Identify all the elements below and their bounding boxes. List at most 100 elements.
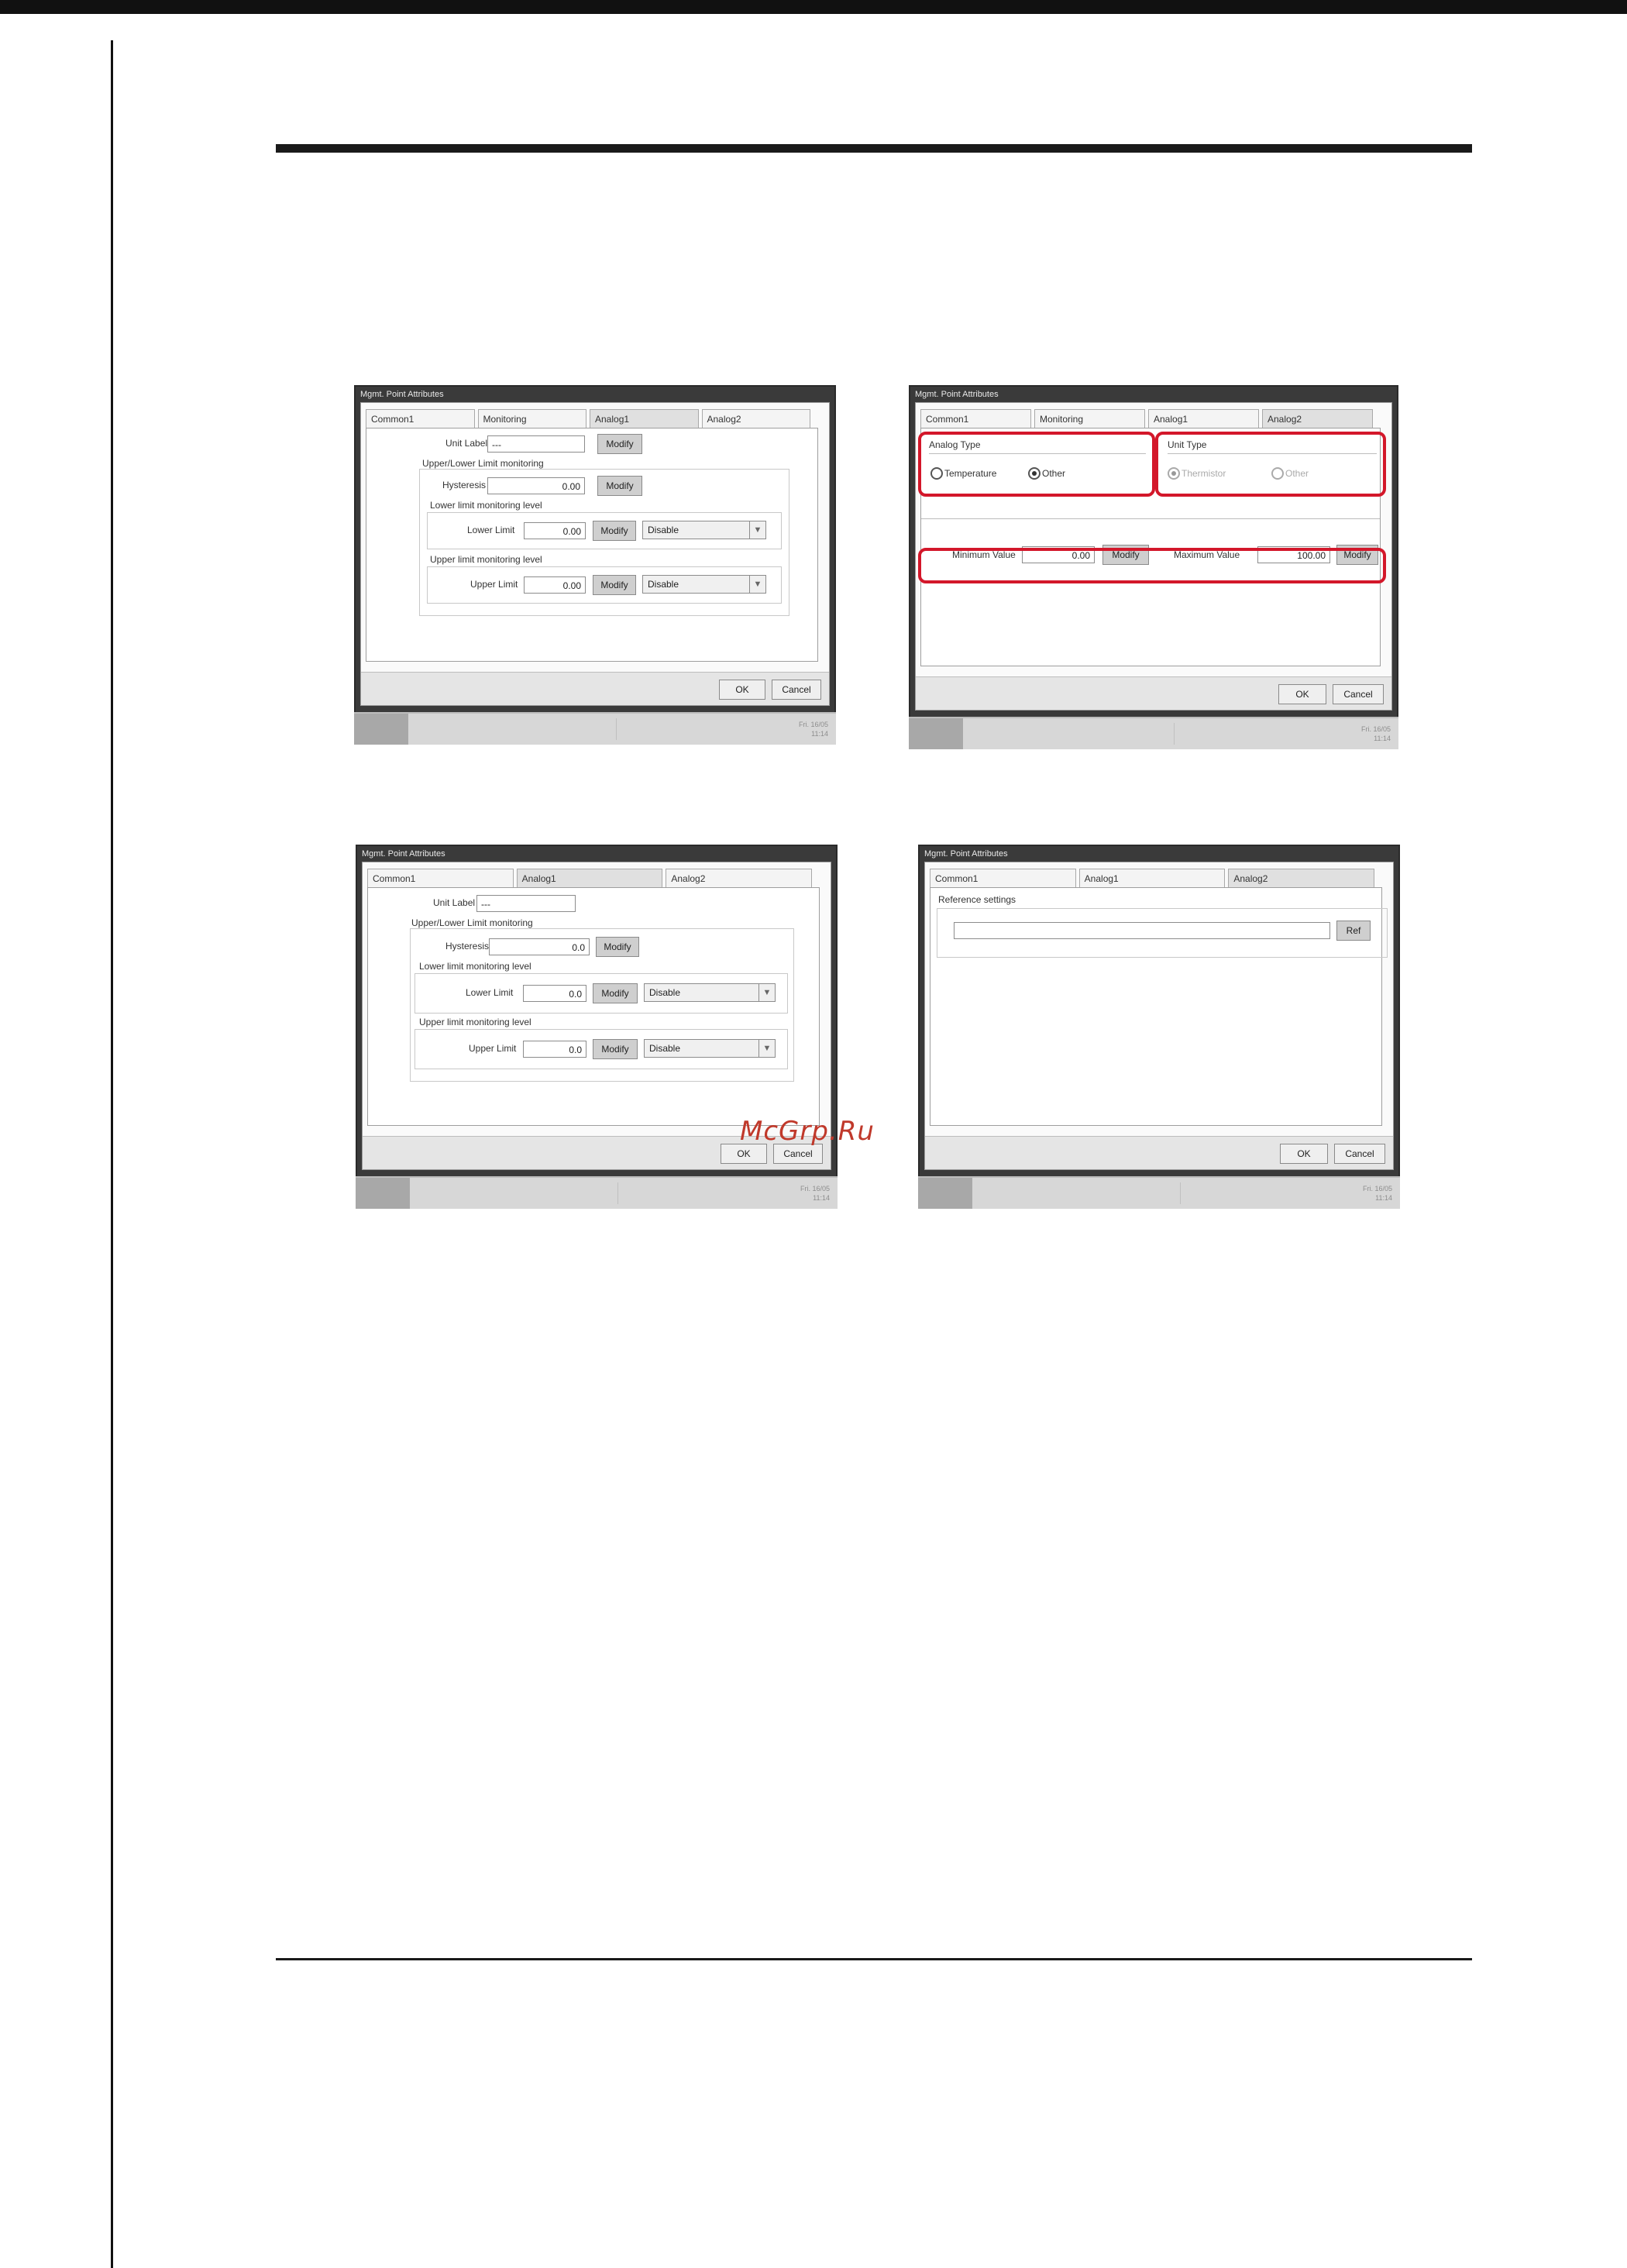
upper-limit-caption: Upper Limit [470,579,518,590]
menu-button[interactable] [356,1178,410,1209]
hysteresis-modify-button[interactable]: Modify [597,476,642,496]
hysteresis-caption: Hysteresis [442,480,487,490]
taskbar-clock: Fri. 16/05 11:14 [798,721,828,738]
taskbar-divider [1180,1182,1181,1204]
chevron-down-icon: ▼ [758,1040,775,1057]
tab-content: Unit Label --- Upper/Lower Limit monitor… [367,887,820,1126]
unit-label-caption: Unit Label [433,897,476,908]
taskbar: Fri. 16/05 11:14 [356,1176,838,1209]
tab-analog2[interactable]: Analog2 [666,869,813,887]
reference-settings-caption: Reference settings [938,894,1016,905]
dialog-footer: OK Cancel [916,676,1391,710]
chevron-down-icon: ▼ [749,521,765,539]
dialog-window: Common1 Analog1 Analog2 Reference settin… [924,862,1394,1170]
menu-button[interactable] [909,718,963,749]
tab-analog2[interactable]: Analog2 [701,409,810,428]
dialog-footer: OK Cancel [361,672,829,705]
lower-limit-field: 0.0 [523,985,586,1002]
screenshot-reference-settings: Mgmt. Point Attributes Common1 Analog1 A… [918,845,1400,1209]
unit-label-field: --- [476,895,576,912]
tab-monitoring[interactable]: Monitoring [1034,409,1145,428]
upper-limit-field: 0.00 [524,576,586,594]
window-title: Mgmt. Point Attributes [915,390,999,399]
taskbar-divider [1174,723,1175,745]
upper-limit-select-value: Disable [648,579,679,590]
tab-bar: Common1 Monitoring Analog1 Analog2 [366,409,814,428]
min-max-highlight [918,548,1386,583]
upper-limit-caption: Upper Limit [469,1043,517,1054]
menu-button[interactable] [918,1178,972,1209]
tab-analog1[interactable]: Analog1 [1148,409,1259,428]
upper-limit-select[interactable]: Disable ▼ [644,1039,776,1058]
watermark-text: McGrp.Ru [740,1116,875,1147]
upper-level-caption: Upper limit monitoring level [430,554,542,565]
ok-button[interactable]: OK [1280,1144,1328,1164]
upper-limit-select-value: Disable [649,1043,681,1054]
ok-button[interactable]: OK [719,680,765,700]
unit-label-caption: Unit Label [445,438,488,449]
hysteresis-modify-button[interactable]: Modify [596,937,639,957]
upper-limit-modify-button[interactable]: Modify [593,575,636,595]
tab-common1[interactable]: Common1 [366,409,475,428]
chevron-down-icon: ▼ [749,576,765,593]
cancel-button[interactable]: Cancel [1334,1144,1385,1164]
ref-button[interactable]: Ref [1336,921,1371,941]
taskbar-divider [617,1182,618,1204]
hysteresis-field: 0.00 [487,477,585,494]
upper-level-caption: Upper limit monitoring level [419,1017,531,1027]
window-title: Mgmt. Point Attributes [360,390,444,399]
unit-label-field: --- [487,435,585,453]
margin-rule [111,40,113,2268]
reference-field [954,922,1330,939]
lower-limit-caption: Lower Limit [467,525,515,535]
tab-analog1[interactable]: Analog1 [590,409,699,428]
tab-common1[interactable]: Common1 [367,869,514,887]
upper-lower-monitoring-caption: Upper/Lower Limit monitoring [411,917,533,928]
screenshot-analog1-monitoring: Mgmt. Point Attributes Common1 Monitorin… [354,385,836,745]
upper-limit-field: 0.0 [523,1041,586,1058]
tab-common1[interactable]: Common1 [930,869,1076,887]
footer-rule [276,1958,1472,1960]
taskbar-divider [616,718,617,740]
taskbar: Fri. 16/05 11:14 [909,717,1398,749]
lower-limit-select[interactable]: Disable ▼ [644,983,776,1002]
tab-common1[interactable]: Common1 [920,409,1031,428]
taskbar-clock: Fri. 16/05 11:14 [800,1185,830,1202]
lower-limit-select-value: Disable [648,525,679,535]
cancel-button[interactable]: Cancel [1333,684,1384,704]
header-rule [276,144,1472,153]
screenshot-analog-type: Mgmt. Point Attributes Common1 Monitorin… [909,385,1398,749]
taskbar: Fri. 16/05 11:14 [918,1176,1400,1209]
tab-content: Unit Label --- Modify Upper/Lower Limit … [366,428,818,662]
tab-monitoring[interactable]: Monitoring [477,409,586,428]
upper-limit-select[interactable]: Disable ▼ [642,575,766,594]
lower-limit-modify-button[interactable]: Modify [593,983,638,1003]
window-title: Mgmt. Point Attributes [924,849,1008,859]
lower-limit-select[interactable]: Disable ▼ [642,521,766,539]
lower-level-caption: Lower limit monitoring level [430,500,542,511]
lower-limit-caption: Lower Limit [466,987,514,998]
lower-limit-modify-button[interactable]: Modify [593,521,636,541]
dialog-window: Common1 Monitoring Analog1 Analog2 Unit … [360,402,830,706]
lower-level-caption: Lower limit monitoring level [419,961,531,972]
unit-type-highlight [1155,432,1386,497]
top-bar [0,0,1627,14]
divider [921,518,1380,519]
cancel-button[interactable]: Cancel [772,680,821,700]
unit-label-modify-button[interactable]: Modify [597,434,642,454]
tab-analog2[interactable]: Analog2 [1262,409,1373,428]
dialog-footer: OK Cancel [925,1136,1393,1169]
analog-type-highlight [918,432,1155,497]
lower-limit-field: 0.00 [524,522,586,539]
screenshot-analog1-monitoring-alt: Mgmt. Point Attributes Common1 Analog1 A… [356,845,838,1209]
tab-bar: Common1 Analog1 Analog2 [930,869,1378,887]
ok-button[interactable]: OK [1278,684,1326,704]
tab-bar: Common1 Analog1 Analog2 [367,869,815,887]
hysteresis-field: 0.0 [489,938,590,955]
tab-analog1[interactable]: Analog1 [1078,869,1226,887]
upper-limit-modify-button[interactable]: Modify [593,1039,638,1059]
tab-analog1[interactable]: Analog1 [516,869,663,887]
menu-button[interactable] [354,714,408,745]
taskbar-clock: Fri. 16/05 11:14 [1362,1185,1392,1202]
tab-analog2[interactable]: Analog2 [1228,869,1375,887]
